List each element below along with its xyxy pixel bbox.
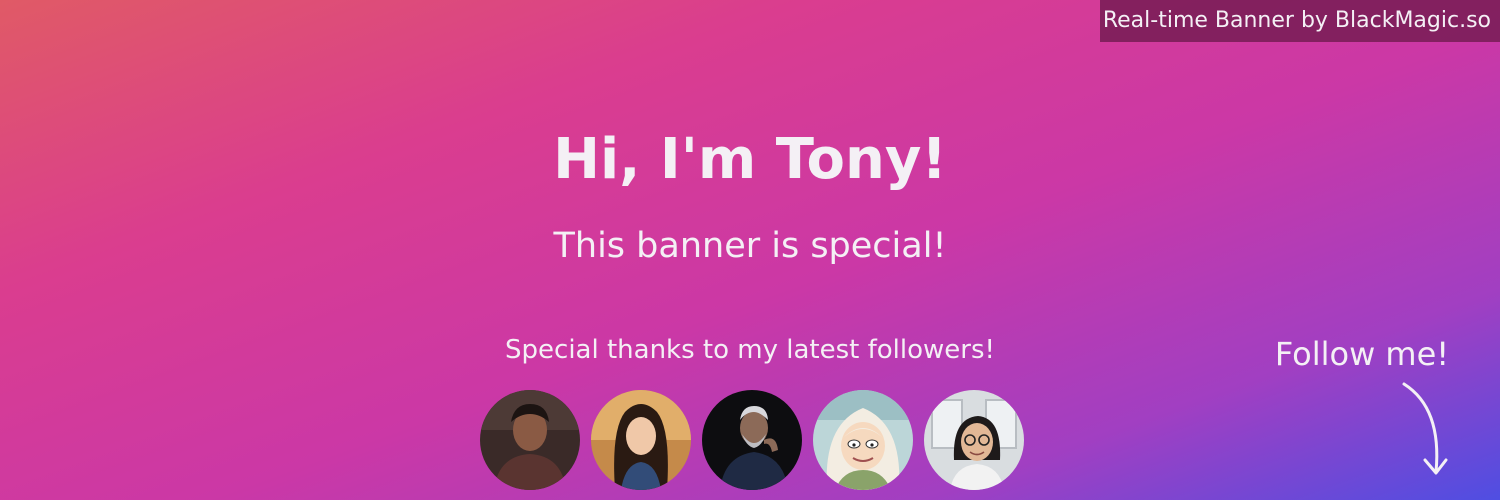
curved-down-arrow-icon <box>1402 382 1448 475</box>
follower-avatar[interactable] <box>480 390 580 490</box>
greeting-heading: Hi, I'm Tony! <box>553 127 947 192</box>
latest-followers-avatars <box>480 390 1025 490</box>
follow-me-label: Follow me! <box>1274 335 1450 373</box>
banner-subtitle: This banner is special! <box>553 226 947 266</box>
follower-avatar[interactable] <box>591 390 691 490</box>
follower-avatar[interactable] <box>702 390 802 490</box>
follower-avatar[interactable] <box>813 390 913 490</box>
banner-attribution[interactable]: Real-time Banner by BlackMagic.so <box>1100 0 1500 42</box>
twitter-banner: Real-time Banner by BlackMagic.so Hi, I'… <box>0 0 1500 500</box>
follower-avatar[interactable] <box>924 390 1024 490</box>
